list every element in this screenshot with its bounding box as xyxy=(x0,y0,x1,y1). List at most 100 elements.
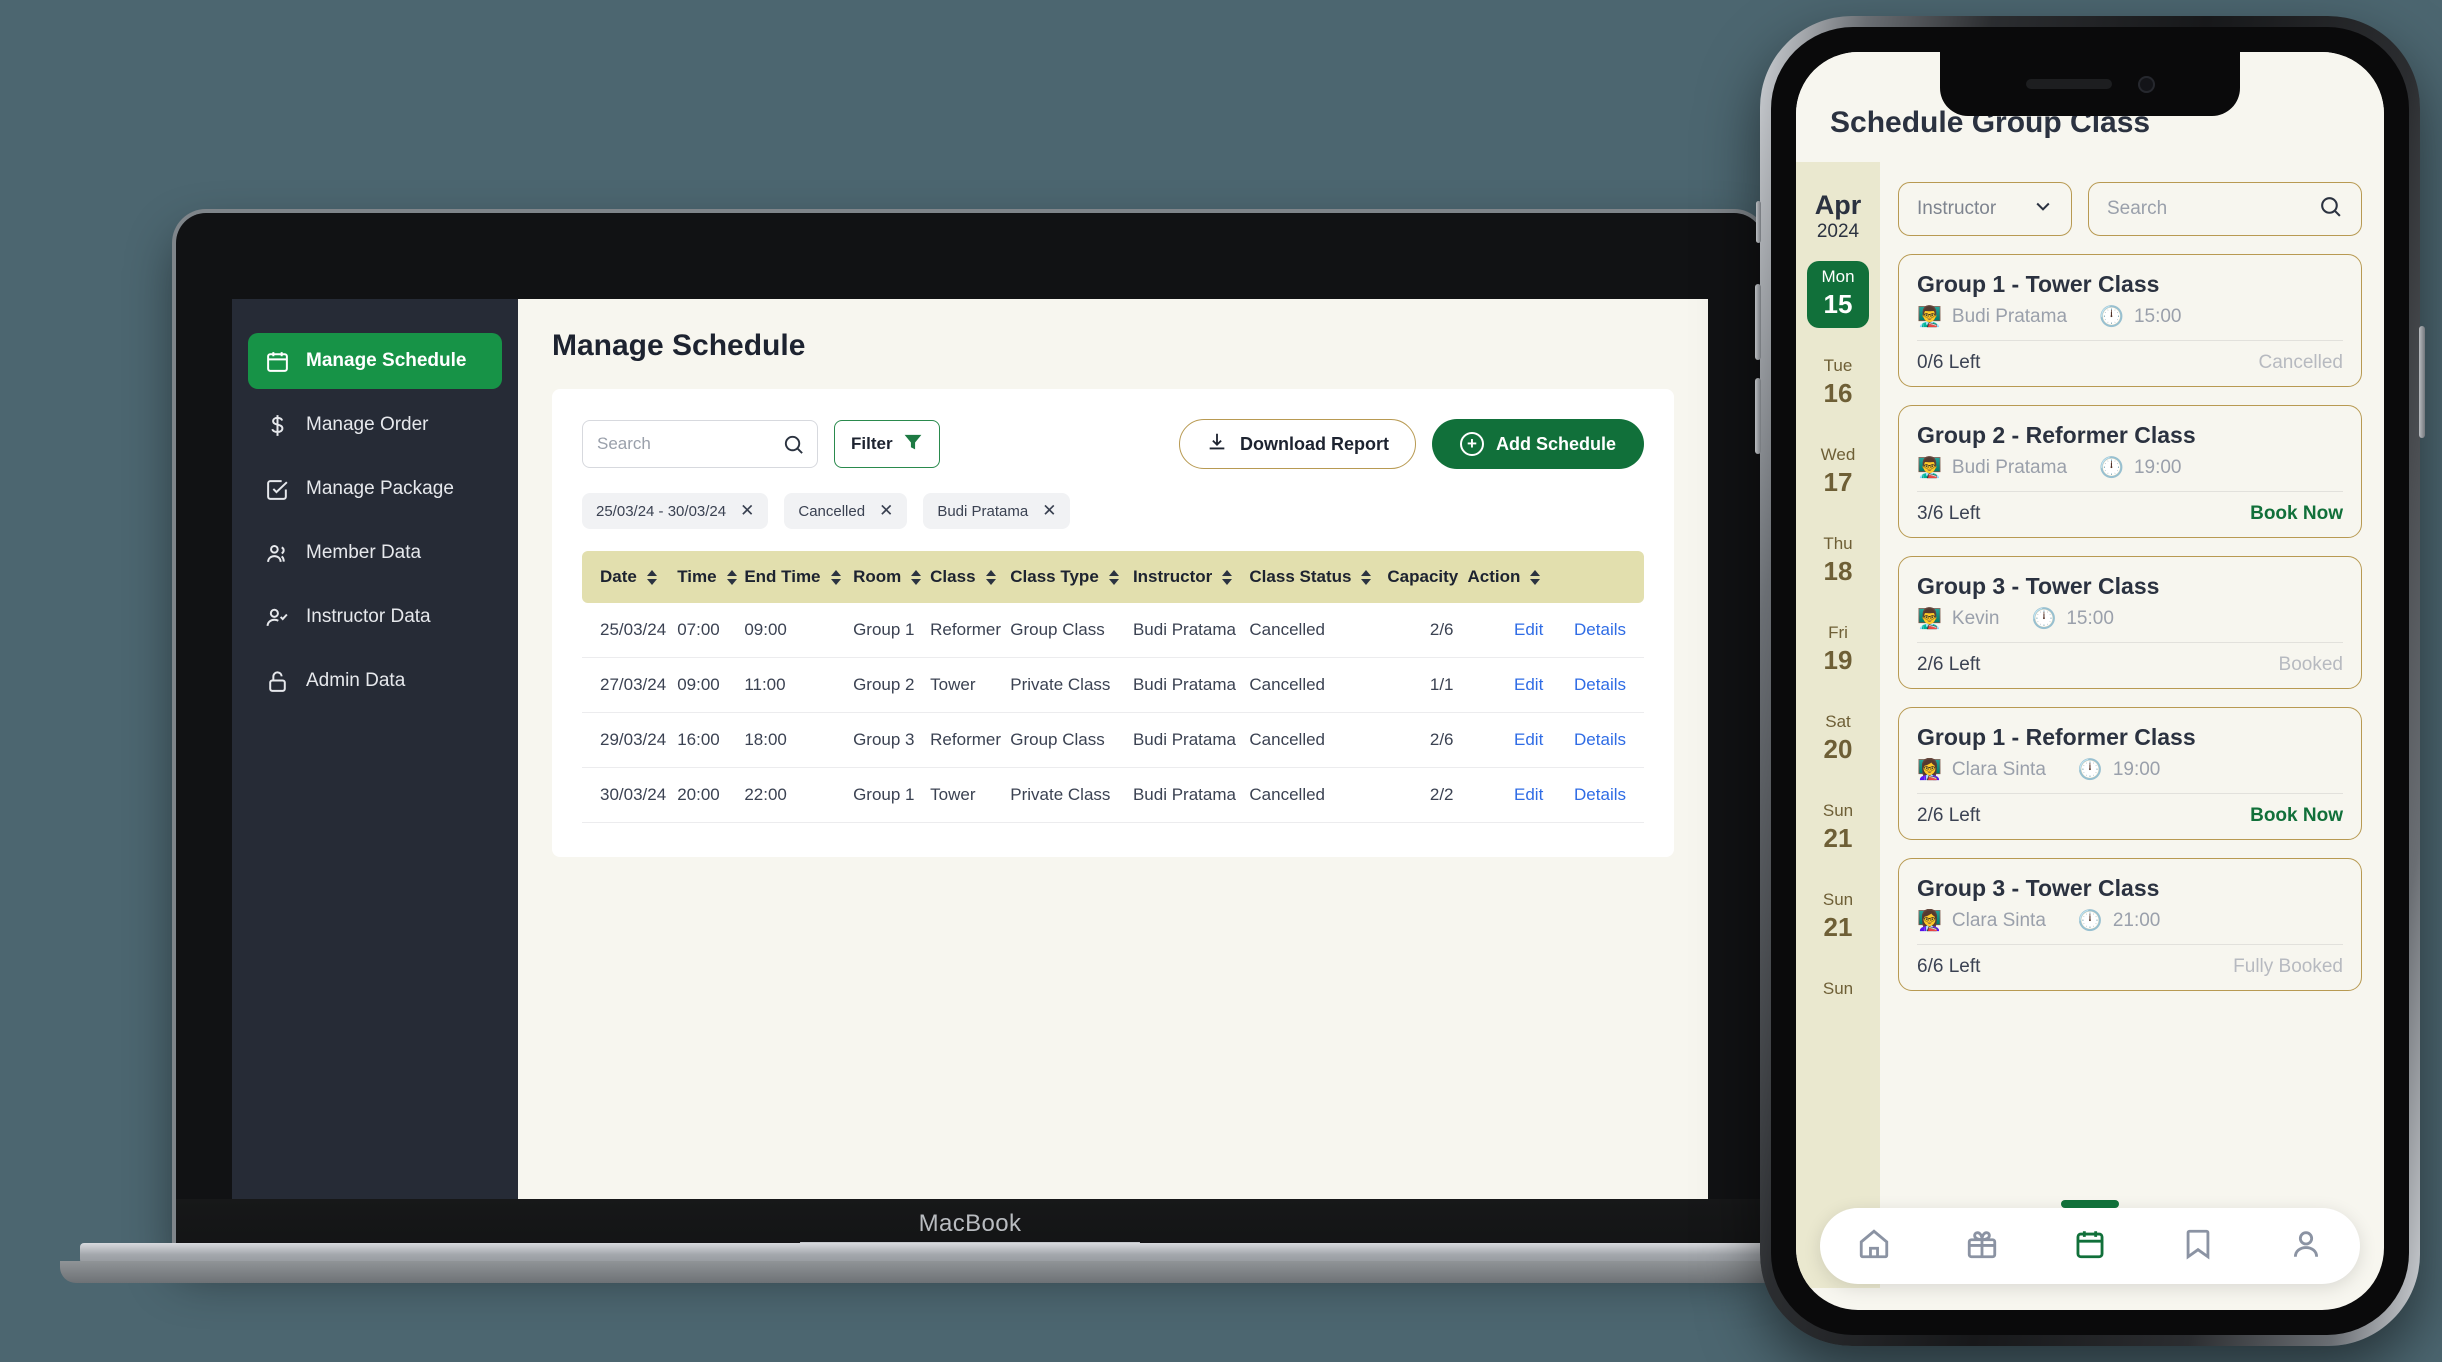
nav-profile[interactable] xyxy=(2284,1224,2328,1268)
chip-label: Cancelled xyxy=(798,502,866,520)
clock-icon: 🕛 xyxy=(2099,306,2124,328)
column-header-time[interactable]: Time xyxy=(677,551,745,603)
volume-up-button[interactable] xyxy=(1755,284,1761,360)
date-item[interactable]: Sun 21 xyxy=(1807,795,1869,862)
edit-link[interactable]: Edit xyxy=(1514,675,1543,694)
table-row: 27/03/24 09:00 11:00 Group 2 Tower Priva… xyxy=(582,657,1644,713)
cell-end-time: 09:00 xyxy=(744,603,854,658)
date-item[interactable]: Thu 18 xyxy=(1807,528,1869,595)
add-schedule-button[interactable]: + Add Schedule xyxy=(1431,419,1644,469)
class-time: 19:00 xyxy=(2133,457,2182,478)
instructor-dropdown[interactable]: Instructor xyxy=(1898,182,2072,236)
class-card[interactable]: Group 3 - Tower Class 👨‍🏫 Kevin 🕛 15:00 xyxy=(1898,556,2362,689)
date-item[interactable]: Fri 19 xyxy=(1807,617,1869,684)
sidebar-item-member-data[interactable]: Member Data xyxy=(248,525,502,581)
column-header-capacity[interactable]: Capacity xyxy=(1387,551,1468,603)
class-time: 19:00 xyxy=(2112,759,2161,780)
class-time: 15:00 xyxy=(2133,306,2182,327)
sidebar-item-manage-order[interactable]: Manage Order xyxy=(248,397,502,453)
column-header-action[interactable]: Action xyxy=(1467,551,1644,603)
month-label: Apr xyxy=(1814,190,1862,220)
filter-button[interactable]: Filter xyxy=(834,420,940,468)
details-link[interactable]: Details xyxy=(1574,785,1626,804)
class-title: Group 1 - Reformer Class xyxy=(1917,724,2196,750)
power-button[interactable] xyxy=(2419,326,2425,438)
cell-class-type: Private Class xyxy=(1010,767,1133,823)
cell-date: 30/03/24 xyxy=(582,767,678,823)
column-header-class-type[interactable]: Class Type xyxy=(1010,551,1133,603)
class-card[interactable]: Group 2 - Reformer Class 👨‍🏫 Budi Pratam… xyxy=(1898,405,2362,538)
column-header-end-time[interactable]: End Time xyxy=(744,551,854,603)
class-slots: 2/6 Left xyxy=(1917,654,1981,675)
nav-calendar[interactable] xyxy=(2068,1224,2112,1268)
cell-capacity: 2/2 xyxy=(1387,767,1468,823)
edit-link[interactable]: Edit xyxy=(1514,620,1543,639)
cell-end-time: 18:00 xyxy=(744,712,854,768)
details-link[interactable]: Details xyxy=(1574,620,1626,639)
cell-class-status: Cancelled xyxy=(1249,657,1388,713)
date-day: 21 xyxy=(1823,912,1853,942)
mute-switch[interactable] xyxy=(1756,201,1761,243)
column-header-class-status[interactable]: Class Status xyxy=(1249,551,1388,603)
column-header-instructor[interactable]: Instructor xyxy=(1132,551,1250,603)
column-header-class[interactable]: Class xyxy=(930,551,1011,603)
filter-chip-status[interactable]: Cancelled ✕ xyxy=(784,493,908,529)
nav-bookmark[interactable] xyxy=(2176,1224,2220,1268)
mobile-search-input[interactable]: Search xyxy=(2088,182,2362,236)
table-row: 29/03/24 16:00 18:00 Group 3 Reformer Gr… xyxy=(582,712,1644,768)
class-card[interactable]: Group 3 - Tower Class 👩‍🏫 Clara Sinta 🕛 … xyxy=(1898,858,2362,991)
close-icon[interactable]: ✕ xyxy=(1042,501,1056,521)
cell-class-status: Cancelled xyxy=(1249,767,1388,823)
class-title: Group 1 - Tower Class xyxy=(1917,271,2160,297)
macbook-lid: Manage Schedule Manage Order Manage Pack… xyxy=(176,213,1764,1253)
chip-label: Budi Pratama xyxy=(937,502,1029,520)
sidebar-item-manage-schedule[interactable]: Manage Schedule xyxy=(248,333,502,389)
table-row: 30/03/24 20:00 22:00 Group 1 Tower Priva… xyxy=(582,767,1644,823)
filter-chip-date[interactable]: 25/03/24 - 30/03/24 ✕ xyxy=(582,493,769,529)
cell-instructor: Budi Pratama xyxy=(1132,712,1250,768)
edit-link[interactable]: Edit xyxy=(1514,730,1543,749)
sidebar-item-label: Manage Package xyxy=(306,478,454,499)
date-item-selected[interactable]: Mon 15 xyxy=(1807,261,1869,328)
sidebar-item-instructor-data[interactable]: Instructor Data xyxy=(248,589,502,645)
cell-class-type: Private Class xyxy=(1010,657,1133,713)
book-now-button[interactable]: Book Now xyxy=(2250,503,2343,525)
nav-home[interactable] xyxy=(1852,1224,1896,1268)
male-teacher-emoji: 👨‍🏫 xyxy=(1917,306,1942,328)
date-weekday: Sun xyxy=(1822,801,1854,820)
date-item[interactable]: Wed 17 xyxy=(1807,439,1869,506)
book-now-button[interactable]: Book Now xyxy=(2250,805,2343,827)
column-header-room[interactable]: Room xyxy=(853,551,931,603)
month-year: Apr 2024 xyxy=(1815,190,1862,243)
class-card[interactable]: Group 1 - Reformer Class 👩‍🏫 Clara Sinta… xyxy=(1898,707,2362,840)
date-weekday: Fri xyxy=(1828,623,1848,642)
cell-capacity: 2/6 xyxy=(1387,712,1468,768)
cell-instructor: Budi Pratama xyxy=(1132,767,1250,823)
date-item[interactable]: Tue 16 xyxy=(1807,350,1869,417)
date-item[interactable]: Sun 21 xyxy=(1807,884,1869,951)
details-link[interactable]: Details xyxy=(1574,675,1626,694)
sort-icon xyxy=(1530,569,1541,585)
details-link[interactable]: Details xyxy=(1574,730,1626,749)
search-input[interactable]: Search xyxy=(582,420,818,468)
edit-link[interactable]: Edit xyxy=(1514,785,1543,804)
class-footer: 0/6 Left Cancelled xyxy=(1917,341,2343,374)
close-icon[interactable]: ✕ xyxy=(740,501,754,521)
sort-icon xyxy=(911,569,922,585)
date-item[interactable]: Sun xyxy=(1807,973,1869,1007)
sidebar-item-manage-package[interactable]: Manage Package xyxy=(248,461,502,517)
clock-icon: 🕛 xyxy=(2077,910,2103,932)
close-icon[interactable]: ✕ xyxy=(879,501,893,521)
nav-gift[interactable] xyxy=(1960,1224,2004,1268)
volume-down-button[interactable] xyxy=(1755,378,1761,454)
date-item[interactable]: Sat 20 xyxy=(1807,706,1869,773)
download-report-button[interactable]: Download Report xyxy=(1178,419,1416,469)
column-header-date[interactable]: Date xyxy=(582,551,678,603)
class-title: Group 3 - Tower Class xyxy=(1917,875,2160,901)
cell-class: Reformer xyxy=(930,712,1011,768)
sidebar-item-admin-data[interactable]: Admin Data xyxy=(248,653,502,709)
table-header-row: Date Time End Time Room Class Class Type… xyxy=(582,551,1644,603)
filter-chip-instructor[interactable]: Budi Pratama ✕ xyxy=(923,493,1071,529)
calendar-icon xyxy=(264,348,290,374)
class-card[interactable]: Group 1 - Tower Class 👨‍🏫 Budi Pratama 🕛… xyxy=(1898,254,2362,387)
